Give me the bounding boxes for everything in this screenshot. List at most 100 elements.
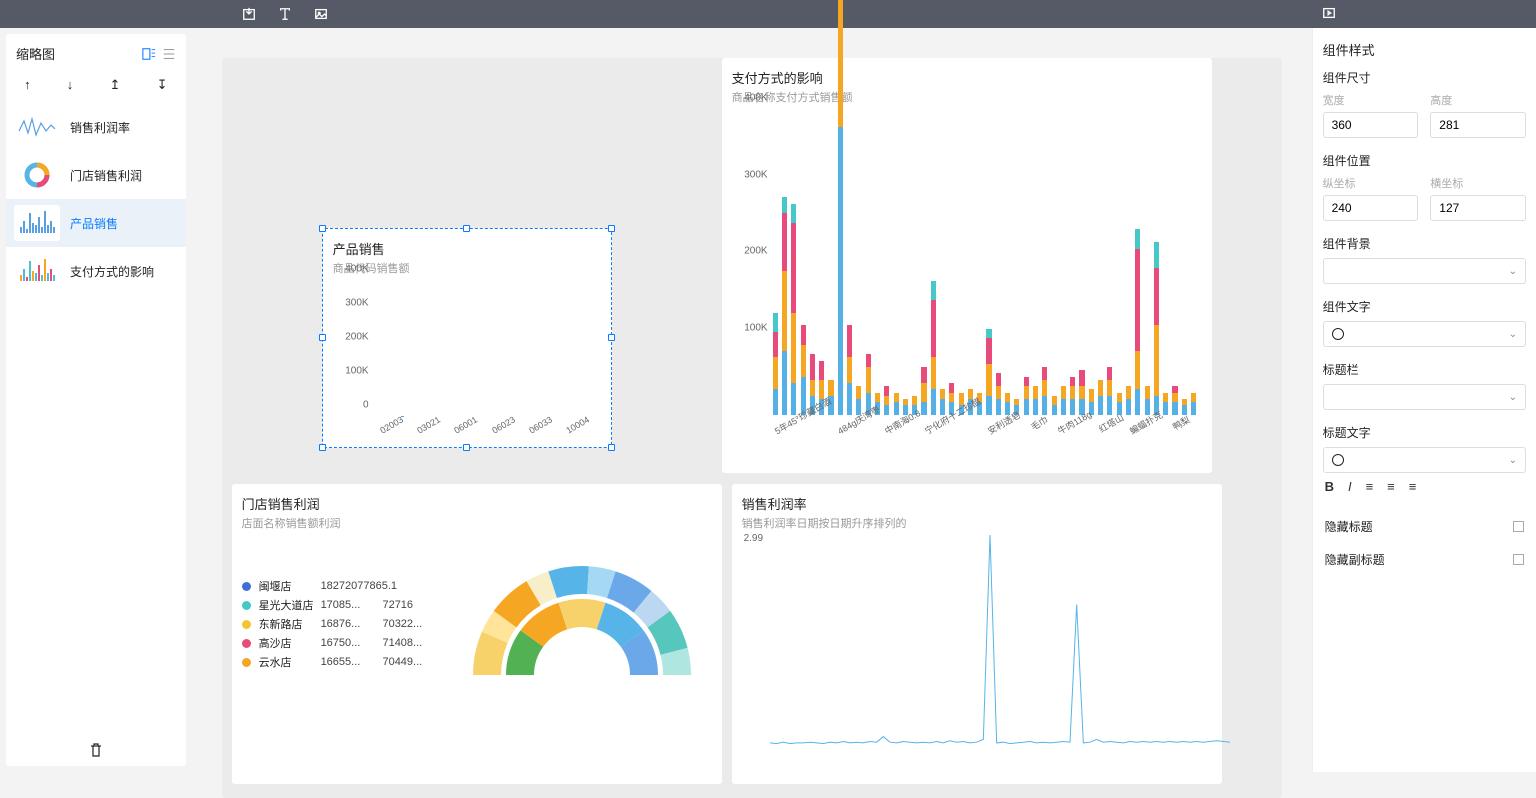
thumbnail-item[interactable]: 产品销售 <box>6 199 186 247</box>
legend-item: 东新路店16876... 70322... <box>242 616 423 632</box>
preview-icon[interactable] <box>1322 6 1336 20</box>
export-icon[interactable] <box>242 7 256 21</box>
bar <box>1125 386 1132 415</box>
hide-title-checkbox[interactable] <box>1513 521 1524 532</box>
thumbnail-list: 销售利润率门店销售利润产品销售支付方式的影响 <box>6 103 186 734</box>
thumbnail-item[interactable]: 销售利润率 <box>6 103 186 151</box>
reorder-arrows: ↑ ↓ ↥ ↧ <box>6 69 186 103</box>
text-select[interactable]: ⌄ <box>1323 321 1526 347</box>
italic-button[interactable]: I <box>1348 479 1352 494</box>
width-sublabel: 宽度 <box>1323 92 1419 108</box>
thumbnails-title: 缩略图 <box>16 44 55 63</box>
move-down-icon[interactable]: ↓ <box>67 77 74 93</box>
text-tool-icon[interactable] <box>278 7 292 21</box>
bar <box>799 325 806 415</box>
bar <box>790 204 797 415</box>
resize-handle[interactable] <box>319 444 326 451</box>
image-tool-icon[interactable] <box>314 7 328 21</box>
thumb-label: 支付方式的影响 <box>70 263 154 280</box>
view-card-icon[interactable] <box>142 47 156 61</box>
legend-item: 云水店16655... 70449... <box>242 654 423 670</box>
thumb-preview-icon <box>14 157 60 193</box>
thumbnails-panel: 缩略图 ↑ ↓ ↥ ↧ 销售利润率门店销售利润产品销售支付方式的影响 <box>0 28 192 772</box>
bg-label: 组件背景 <box>1323 235 1526 252</box>
bar <box>1106 367 1113 415</box>
move-bottom-icon[interactable]: ↧ <box>157 77 168 93</box>
resize-handle[interactable] <box>463 444 470 451</box>
bar <box>1143 386 1150 415</box>
text-label: 组件文字 <box>1323 298 1526 315</box>
bar <box>837 0 844 415</box>
bar <box>1153 242 1160 415</box>
bar <box>846 325 853 415</box>
align-left-button[interactable]: ≡ <box>1366 479 1374 494</box>
hcoord-input[interactable] <box>1430 195 1526 221</box>
bar <box>1041 367 1048 415</box>
thumb-preview-icon <box>14 109 60 145</box>
bar <box>1069 377 1076 415</box>
thumb-preview-icon <box>14 253 60 289</box>
widget-subtitle: 店面名称销售额利润 <box>242 515 712 531</box>
resize-handle[interactable] <box>608 444 615 451</box>
move-up-icon[interactable]: ↑ <box>24 77 31 93</box>
resize-handle[interactable] <box>463 225 470 232</box>
titlebar-label: 标题栏 <box>1323 361 1526 378</box>
thumb-label: 产品销售 <box>70 215 118 232</box>
resize-handle[interactable] <box>319 334 326 341</box>
titlebar-select[interactable]: ⌄ <box>1323 384 1526 410</box>
resize-handle[interactable] <box>319 225 326 232</box>
widget-subtitle: 商品名称支付方式销售额 <box>732 89 1202 105</box>
height-sublabel: 高度 <box>1430 92 1526 108</box>
height-input[interactable] <box>1430 112 1526 138</box>
pos-label: 组件位置 <box>1323 152 1526 169</box>
widget-subtitle: 商品代码销售额 <box>333 260 601 276</box>
resize-handle[interactable] <box>608 334 615 341</box>
dashboard-canvas[interactable]: 产品销售商品代码销售额0100K200K300K400K020030302106… <box>192 28 1312 772</box>
chart-widget[interactable]: 门店销售利润店面名称销售额利润闽堰店18272077865.1 星光大道店170… <box>232 484 722 784</box>
bar <box>930 281 937 415</box>
bold-button[interactable]: B <box>1325 479 1334 494</box>
delete-icon[interactable] <box>88 742 104 758</box>
back-icon[interactable] <box>120 7 220 21</box>
bar <box>772 313 779 415</box>
thumb-preview-icon <box>14 205 60 241</box>
hide-title-label: 隐藏标题 <box>1325 518 1373 535</box>
align-right-button[interactable]: ≡ <box>1409 479 1417 494</box>
bar <box>1134 229 1141 415</box>
bar <box>883 386 890 415</box>
widget-title: 销售利润率 <box>742 494 1212 513</box>
chart-widget[interactable]: 支付方式的影响商品名称支付方式销售额100K200K300K400K5年45°珍… <box>722 58 1212 473</box>
top-toolbar <box>0 0 1536 28</box>
bar <box>1162 393 1169 415</box>
properties-panel: 组件样式 组件尺寸 宽度 高度 组件位置 纵坐标 横坐标 组 <box>1312 28 1536 772</box>
move-top-icon[interactable]: ↥ <box>109 77 120 93</box>
bar <box>995 373 1002 415</box>
chart-widget[interactable]: 销售利润率销售利润率日期按日期升序排列的2.99 <box>732 484 1222 784</box>
titletext-select[interactable]: ⌄ <box>1323 447 1526 473</box>
hcoord-sublabel: 横坐标 <box>1430 175 1526 191</box>
bg-select[interactable]: ⌄ <box>1323 258 1526 284</box>
props-title: 组件样式 <box>1323 40 1526 59</box>
resize-handle[interactable] <box>608 225 615 232</box>
width-input[interactable] <box>1323 112 1419 138</box>
bar-area <box>373 280 597 416</box>
view-list-icon[interactable] <box>162 47 176 61</box>
thumbnail-item[interactable]: 支付方式的影响 <box>6 247 186 295</box>
widget-title: 产品销售 <box>333 239 601 258</box>
vcoord-input[interactable] <box>1323 195 1419 221</box>
bar <box>1032 386 1039 415</box>
titletext-label: 标题文字 <box>1323 424 1526 441</box>
bar <box>781 197 788 415</box>
legend-item: 高沙店16750... 71408... <box>242 635 423 651</box>
thumbnail-item[interactable]: 门店销售利润 <box>6 151 186 199</box>
bar-area <box>772 109 1198 415</box>
size-label: 组件尺寸 <box>1323 69 1526 86</box>
bar <box>1023 377 1030 415</box>
legend-item: 星光大道店17085... 72716 <box>242 597 423 613</box>
chart-widget[interactable]: 产品销售商品代码销售额0100K200K300K400K020030302106… <box>322 228 612 448</box>
legend: 闽堰店18272077865.1 星光大道店17085... 72716东新路店… <box>242 575 423 673</box>
align-center-button[interactable]: ≡ <box>1387 479 1395 494</box>
vcoord-sublabel: 纵坐标 <box>1323 175 1419 191</box>
widget-title: 支付方式的影响 <box>732 68 1202 87</box>
hide-subtitle-checkbox[interactable] <box>1513 554 1524 565</box>
